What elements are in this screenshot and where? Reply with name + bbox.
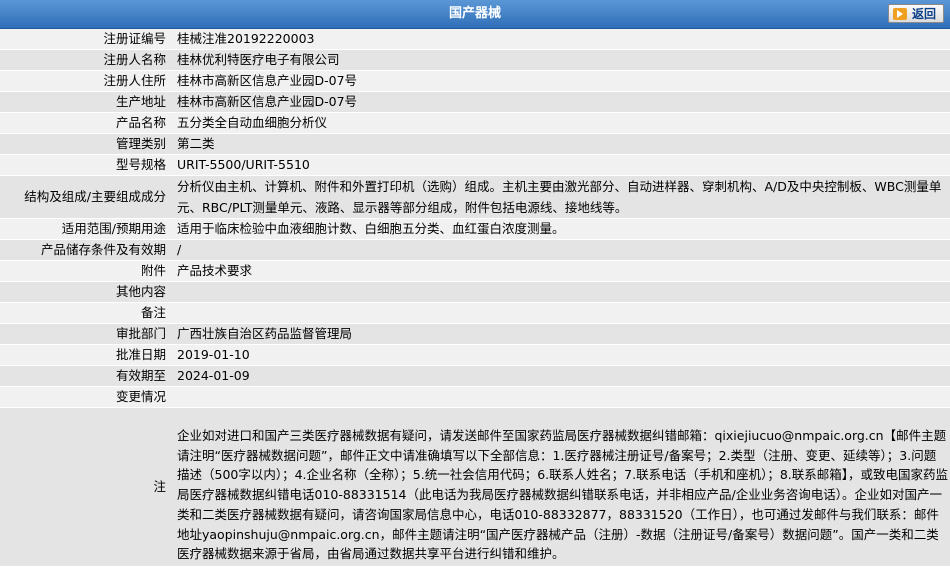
field-label: 管理类别 [0, 133, 171, 155]
field-value: 2019-01-10 [171, 344, 950, 366]
table-row: 批准日期 2019-01-10 [0, 344, 950, 366]
field-label: 审批部门 [0, 323, 171, 345]
header-bar: 国产器械 返回 [0, 0, 950, 29]
field-label: 有效期至 [0, 365, 171, 387]
note-text: 企业如对进口和国产三类医疗器械数据有疑问，请发送邮件至国家药监局医疗器械数据纠错… [171, 407, 950, 567]
table-row: 附件 产品技术要求 [0, 260, 950, 282]
field-label: 结构及组成/主要组成成分 [0, 175, 171, 219]
field-value: 适用于临床检验中血液细胞计数、白细胞五分类、血红蛋白浓度测量。 [171, 218, 950, 240]
field-label: 注册人住所 [0, 70, 171, 92]
field-label: 生产地址 [0, 91, 171, 113]
field-value: 桂林市高新区信息产业园D-07号 [171, 91, 950, 113]
detail-table: 注册证编号 桂械注准20192220003 注册人名称 桂林优利特医疗电子有限公… [0, 29, 950, 567]
field-value: URIT-5500/URIT-5510 [171, 154, 950, 176]
field-value: 2024-01-09 [171, 365, 950, 387]
table-row: 注册人名称 桂林优利特医疗电子有限公司 [0, 49, 950, 71]
arrow-right-icon [893, 7, 907, 20]
table-row: 有效期至 2024-01-09 [0, 365, 950, 387]
field-value: 五分类全自动血细胞分析仪 [171, 112, 950, 134]
field-label: 注册人名称 [0, 49, 171, 71]
table-row: 变更情况 [0, 386, 950, 408]
table-row: 产品储存条件及有效期 / [0, 239, 950, 261]
table-row: 审批部门 广西壮族自治区药品监督管理局 [0, 323, 950, 345]
field-value: 广西壮族自治区药品监督管理局 [171, 323, 950, 345]
field-label: 变更情况 [0, 386, 171, 408]
back-button[interactable]: 返回 [888, 4, 944, 23]
table-row: 注册证编号 桂械注准20192220003 [0, 29, 950, 50]
field-value: 桂械注准20192220003 [171, 29, 950, 50]
table-row: 备注 [0, 302, 950, 324]
field-label: 型号规格 [0, 154, 171, 176]
field-label: 产品名称 [0, 112, 171, 134]
field-value [171, 302, 950, 324]
field-label: 注册证编号 [0, 29, 171, 50]
back-button-label: 返回 [912, 7, 937, 21]
table-row: 型号规格 URIT-5500/URIT-5510 [0, 154, 950, 176]
field-label: 产品储存条件及有效期 [0, 239, 171, 261]
field-value: 第二类 [171, 133, 950, 155]
table-row: 其他内容 [0, 281, 950, 303]
field-value [171, 386, 950, 408]
field-value [171, 281, 950, 303]
note-label: 注 [0, 407, 171, 567]
table-row: 结构及组成/主要组成成分 分析仪由主机、计算机、附件和外置打印机（选购）组成。主… [0, 175, 950, 219]
page-title: 国产器械 [448, 6, 501, 21]
field-value: 桂林市高新区信息产业园D-07号 [171, 70, 950, 92]
field-label: 附件 [0, 260, 171, 282]
field-value: / [171, 239, 950, 261]
field-label: 批准日期 [0, 344, 171, 366]
field-value: 分析仪由主机、计算机、附件和外置打印机（选购）组成。主机主要由激光部分、自动进样… [171, 175, 950, 219]
table-row: 产品名称 五分类全自动血细胞分析仪 [0, 112, 950, 134]
table-row: 管理类别 第二类 [0, 133, 950, 155]
field-label: 备注 [0, 302, 171, 324]
table-row: 注 企业如对进口和国产三类医疗器械数据有疑问，请发送邮件至国家药监局医疗器械数据… [0, 407, 950, 567]
field-label: 其他内容 [0, 281, 171, 303]
table-row: 注册人住所 桂林市高新区信息产业园D-07号 [0, 70, 950, 92]
field-value: 桂林优利特医疗电子有限公司 [171, 49, 950, 71]
table-row: 适用范围/预期用途 适用于临床检验中血液细胞计数、白细胞五分类、血红蛋白浓度测量… [0, 218, 950, 240]
table-row: 生产地址 桂林市高新区信息产业园D-07号 [0, 91, 950, 113]
field-label: 适用范围/预期用途 [0, 218, 171, 240]
field-value: 产品技术要求 [171, 260, 950, 282]
